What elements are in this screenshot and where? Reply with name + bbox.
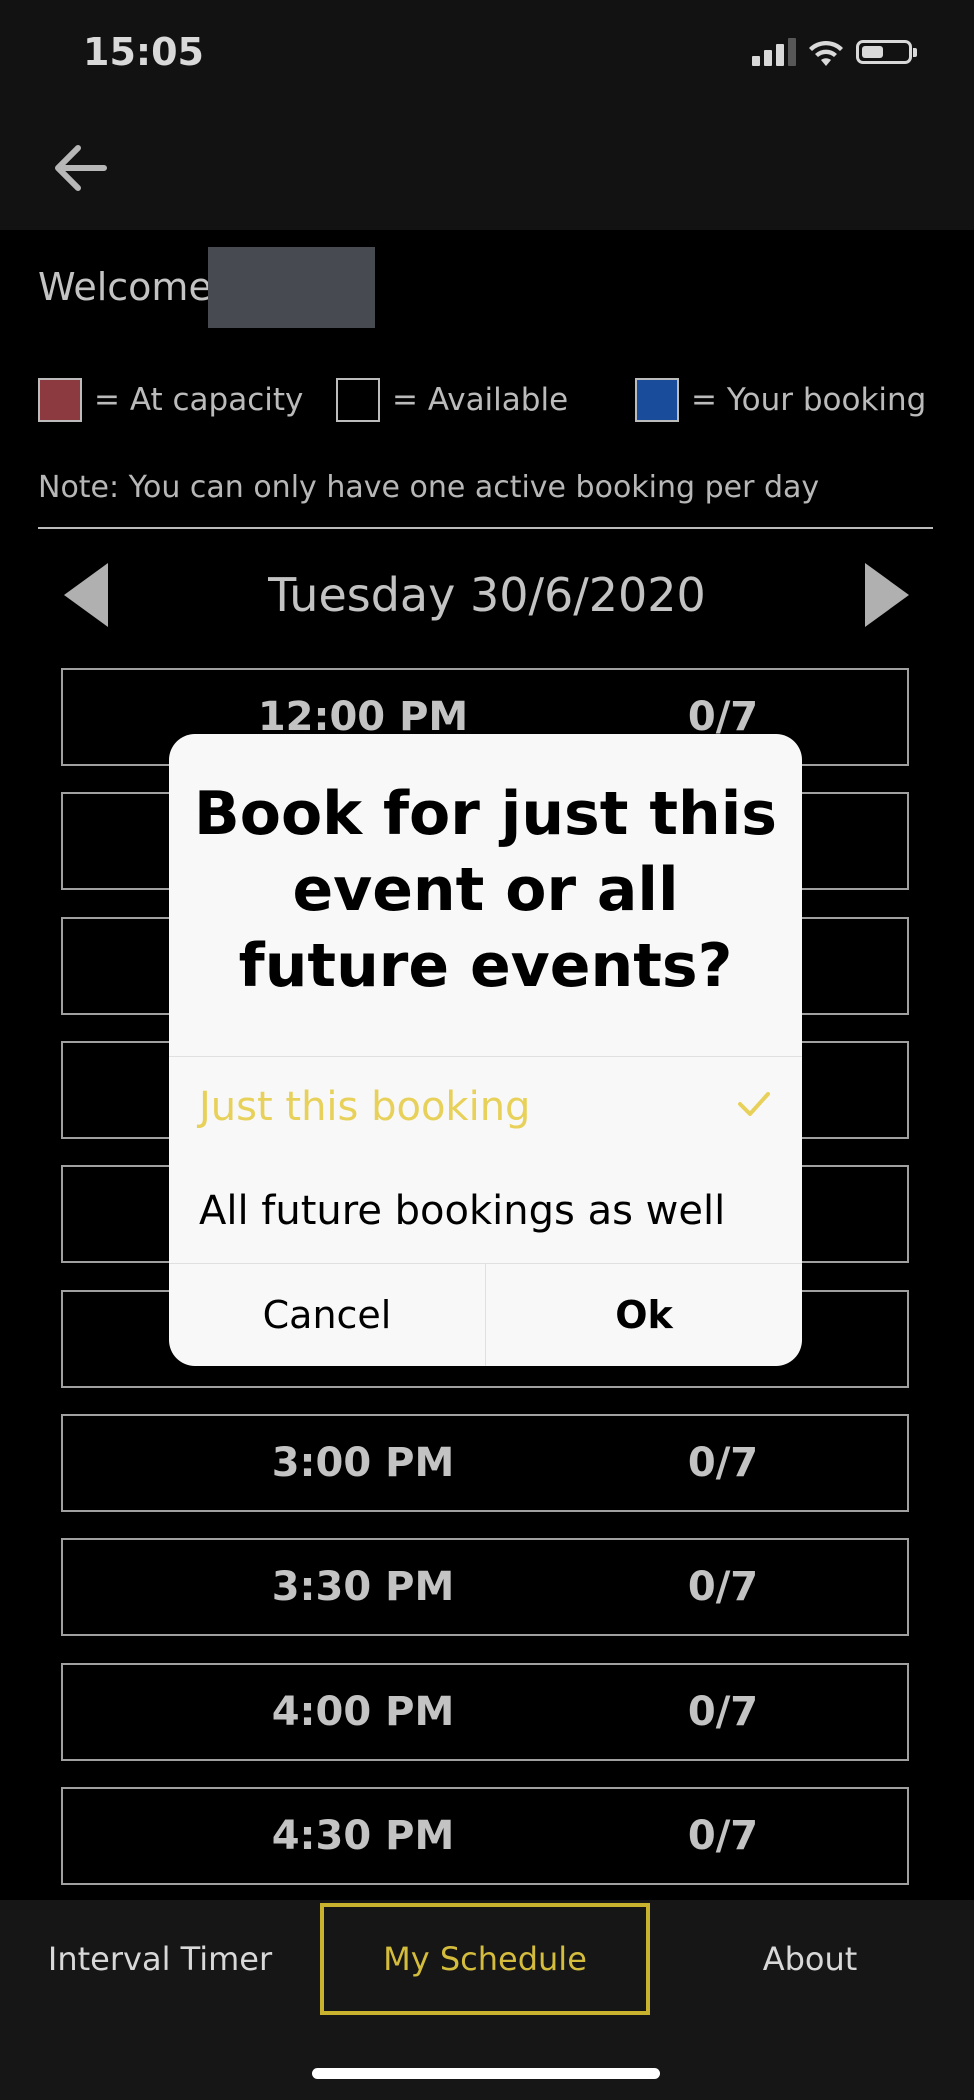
tab-about[interactable]: About	[680, 1900, 940, 2018]
tab-interval-timer[interactable]: Interval Timer	[20, 1900, 300, 2018]
booking-scope-dialog: Book for just this event or all future e…	[169, 734, 802, 1366]
home-indicator[interactable]	[312, 2068, 660, 2079]
app-screen: 15:05 Welcome = At capacity = Available …	[0, 0, 974, 2100]
tab-my-schedule[interactable]: My Schedule	[320, 1903, 650, 2015]
option-just-this-booking[interactable]: Just this booking	[199, 1074, 772, 1144]
dialog-title: Book for just this event or all future e…	[193, 779, 777, 1001]
option-label: All future bookings as well	[199, 1188, 726, 1234]
option-label: Just this booking	[199, 1084, 531, 1130]
ok-button[interactable]: Ok	[486, 1264, 802, 1366]
cancel-button[interactable]: Cancel	[169, 1264, 485, 1366]
option-all-future-bookings[interactable]: All future bookings as well	[199, 1178, 772, 1248]
dialog-buttons: Cancel Ok	[169, 1264, 802, 1366]
dialog-divider	[169, 1056, 802, 1057]
checkmark-icon	[738, 1092, 770, 1116]
